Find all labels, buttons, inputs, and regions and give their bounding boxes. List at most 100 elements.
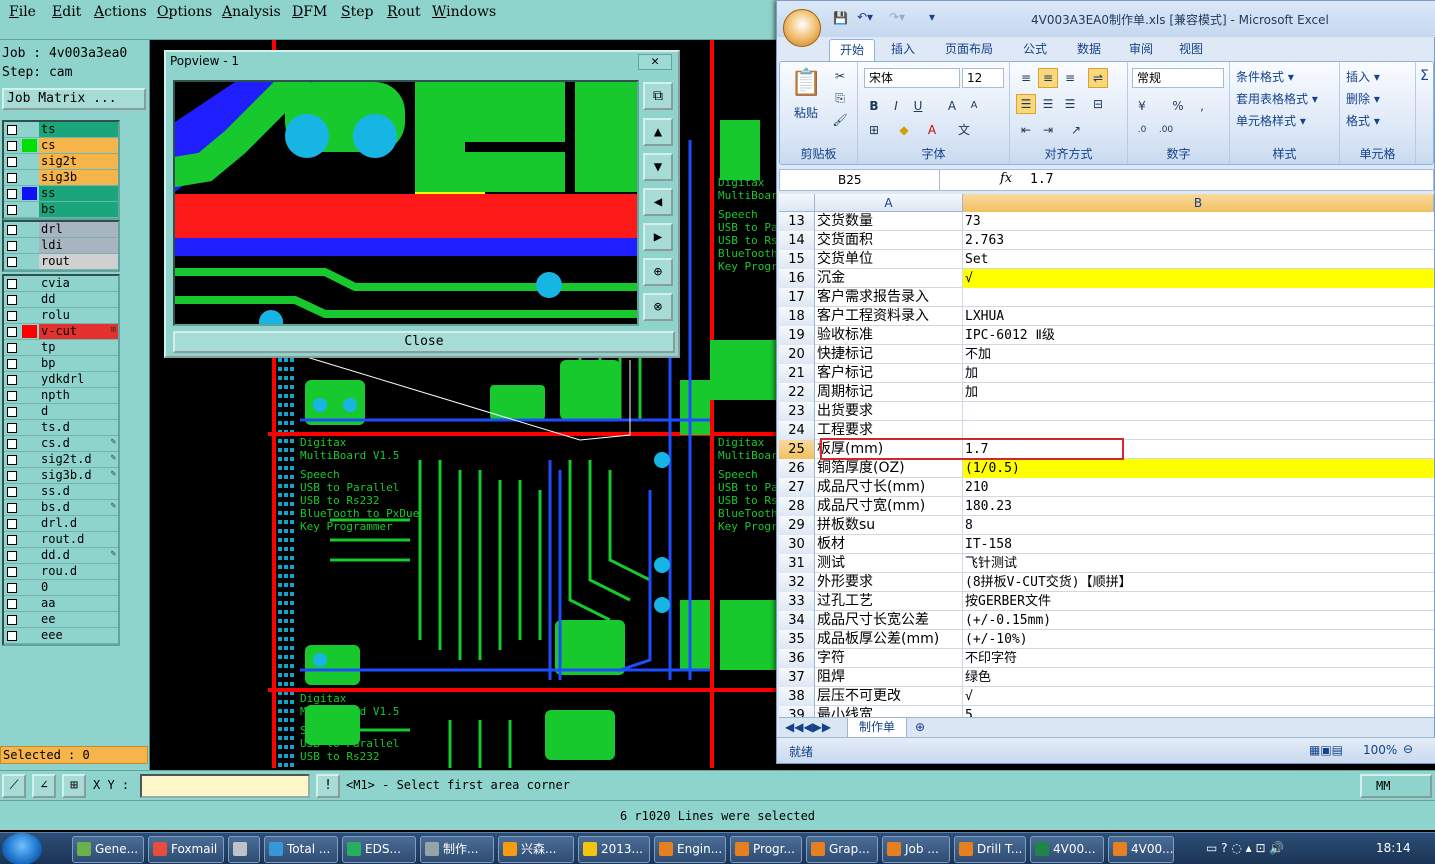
cell-a[interactable]: 客户工程资料录入 [815, 307, 963, 326]
layer-checkbox[interactable] [7, 471, 17, 481]
ribbon-tab[interactable]: 数据 [1067, 39, 1111, 61]
layer-color-swatch[interactable] [22, 581, 37, 594]
layer-color-swatch[interactable] [22, 469, 37, 482]
layer-row[interactable]: 0 [4, 580, 118, 596]
cell-b[interactable] [963, 402, 1434, 421]
taskbar-item[interactable]: Grap... [806, 836, 878, 863]
layer-checkbox[interactable] [7, 439, 17, 449]
cell-b[interactable]: √ [963, 269, 1434, 288]
layer-row[interactable]: bp [4, 356, 118, 372]
menu-dfm[interactable]: DFM [292, 4, 327, 20]
layer-checkbox[interactable] [7, 503, 17, 513]
layer-row[interactable]: sig3b.d ✎ [4, 468, 118, 484]
menu-windows[interactable]: Windows [432, 4, 496, 20]
cell-a[interactable]: 板材 [815, 535, 963, 554]
layer-checkbox[interactable] [7, 343, 17, 353]
taskbar-item[interactable]: 4V00... [1108, 836, 1174, 863]
layer-checkbox[interactable] [7, 455, 17, 465]
increase-decimal-icon[interactable]: .0 [1132, 120, 1152, 140]
layer-color-swatch[interactable] [22, 421, 37, 434]
layer-row[interactable]: bs [4, 202, 118, 218]
decrease-indent-icon[interactable]: ⇤ [1016, 120, 1036, 140]
currency-icon[interactable]: ¥ [1132, 96, 1152, 116]
layer-color-swatch[interactable] [22, 565, 37, 578]
taskbar-item[interactable]: Total ... [264, 836, 338, 863]
border-icon[interactable]: ⊞ [864, 120, 884, 140]
menu-step[interactable]: Step [341, 4, 373, 20]
row-header[interactable]: 15 [779, 250, 815, 269]
merge-center-icon[interactable]: ⊟ [1088, 94, 1108, 114]
cell-a[interactable]: 字符 [815, 649, 963, 668]
layer-color-swatch[interactable] [22, 501, 37, 514]
cell-b[interactable]: 绿色 [963, 668, 1434, 687]
cell-b[interactable]: 2.763 [963, 231, 1434, 250]
layer-checkbox[interactable] [7, 241, 17, 251]
layer-row[interactable]: eee [4, 628, 118, 644]
cell-b[interactable]: 不加 [963, 345, 1434, 364]
layer-row[interactable]: rout [4, 254, 118, 270]
menu-rout[interactable]: Rout [387, 4, 421, 20]
layer-checkbox[interactable] [7, 327, 17, 337]
cell-a[interactable]: 成品尺寸长(mm) [815, 478, 963, 497]
layer-row[interactable]: drl [4, 222, 118, 238]
layer-row[interactable]: aa [4, 596, 118, 612]
quick-access-save-icon[interactable]: 💾 [833, 11, 848, 25]
layer-row[interactable]: bs.d ✎ [4, 500, 118, 516]
cell-b[interactable]: 飞针测试 [963, 554, 1434, 573]
ribbon-tab[interactable]: 审阅 [1119, 39, 1163, 61]
taskbar-item[interactable]: Engin... [654, 836, 726, 863]
cell-a[interactable]: 交货单位 [815, 250, 963, 269]
cell-b[interactable]: 按GERBER文件 [963, 592, 1434, 611]
column-header-b[interactable]: B [963, 194, 1434, 212]
popview-close-button[interactable]: Close [173, 331, 675, 353]
sheet-tab[interactable]: 制作单 [847, 718, 907, 738]
layer-color-swatch[interactable] [22, 187, 37, 200]
layer-color-swatch[interactable] [22, 341, 37, 354]
cell-a[interactable]: 最小线宽 [815, 706, 963, 717]
layer-checkbox[interactable] [7, 535, 17, 545]
cell-a[interactable]: 外形要求 [815, 573, 963, 592]
taskbar-item[interactable]: 2013... [578, 836, 650, 863]
cell-a[interactable]: 拼板数su [815, 516, 963, 535]
zoom-slider-icon[interactable]: ⊖ [1403, 742, 1413, 756]
layer-row[interactable]: rolu [4, 308, 118, 324]
redo-icon[interactable]: ↷▾ [889, 10, 905, 24]
cell-b[interactable]: IT-158 [963, 535, 1434, 554]
cell-a[interactable]: 成品尺寸长宽公差 [815, 611, 963, 630]
view-buttons-icon[interactable]: ▦▣▤ [1309, 743, 1343, 757]
cell-b[interactable] [963, 288, 1434, 307]
align-top-icon[interactable]: ≡ [1016, 68, 1036, 88]
row-header[interactable]: 39 [779, 706, 815, 717]
layer-row[interactable]: cs.d ✎ [4, 436, 118, 452]
layer-checkbox[interactable] [7, 125, 17, 135]
layer-checkbox[interactable] [7, 583, 17, 593]
layer-checkbox[interactable] [7, 519, 17, 529]
cell-a[interactable]: 沉金 [815, 269, 963, 288]
insert-cells-button[interactable]: 插入 ▾ [1346, 68, 1380, 85]
row-header[interactable]: 19 [779, 326, 815, 345]
orientation-icon[interactable]: ↗ [1066, 120, 1086, 140]
layer-checkbox[interactable] [7, 295, 17, 305]
increase-indent-icon[interactable]: ⇥ [1038, 120, 1058, 140]
layer-row[interactable]: ts.d [4, 420, 118, 436]
taskbar-item[interactable]: Foxmail [148, 836, 224, 863]
bold-icon[interactable]: B [864, 96, 884, 116]
cell-a[interactable]: 周期标记 [815, 383, 963, 402]
layer-row[interactable]: drl.d [4, 516, 118, 532]
grow-font-icon[interactable]: A [942, 96, 962, 116]
layer-row[interactable]: sig2t.d ✎ [4, 452, 118, 468]
ribbon-tab[interactable]: 视图 [1169, 39, 1213, 61]
layer-color-swatch[interactable] [22, 223, 37, 236]
cell-a[interactable]: 客户需求报告录入 [815, 288, 963, 307]
row-header[interactable]: 37 [779, 668, 815, 687]
popview-pan-up-icon[interactable]: ▲ [643, 118, 673, 146]
cell-b[interactable]: IPC-6012 Ⅱ级 [963, 326, 1434, 345]
taskbar-item[interactable]: EDS... [342, 836, 416, 863]
row-header[interactable]: 38 [779, 687, 815, 706]
cell-b[interactable]: 加 [963, 364, 1434, 383]
taskbar-item[interactable]: Job ... [882, 836, 950, 863]
popview-pan-right-icon[interactable]: ▶ [643, 223, 673, 251]
layer-row[interactable]: rout.d [4, 532, 118, 548]
font-name-select[interactable]: 宋体 [864, 68, 960, 88]
cell-a[interactable]: 阻焊 [815, 668, 963, 687]
